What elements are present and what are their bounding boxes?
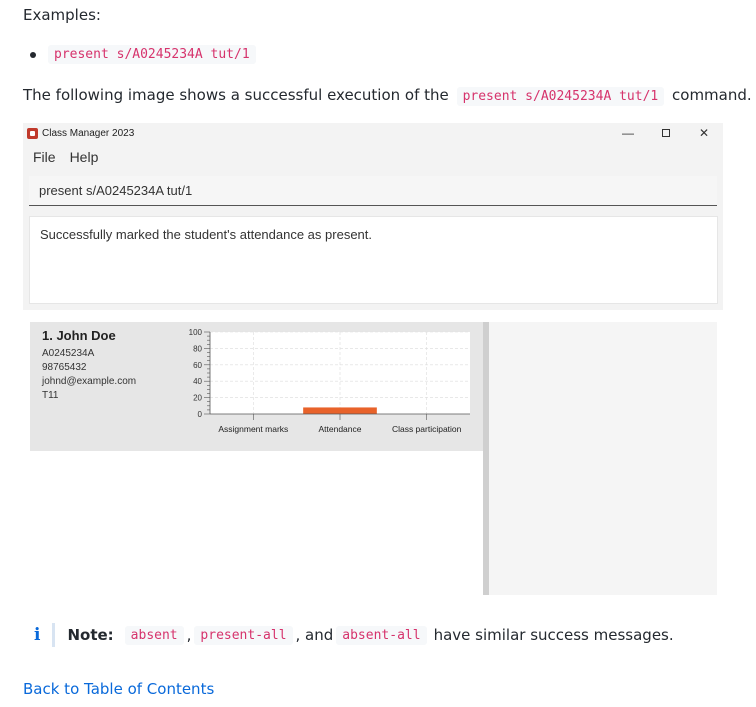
- close-icon[interactable]: ✕: [685, 123, 723, 143]
- student-card[interactable]: 1. John Doe A0245234A 98765432 johnd@exa…: [30, 322, 483, 451]
- student-class: T11: [42, 390, 59, 401]
- sentence-command-code: present s/A0245234A tut/1: [456, 87, 665, 106]
- example-command-code: present s/A0245234A tut/1: [48, 45, 256, 64]
- note-code-absent-all: absent-all: [336, 625, 427, 645]
- example-list-item: present s/A0245234A tut/1: [30, 45, 256, 64]
- y-tick-label: 80: [193, 344, 202, 353]
- description-sentence: The following image shows a successful e…: [23, 86, 752, 106]
- bar-attendance: [303, 407, 377, 414]
- note-callout: i Note: absent , present-all , and absen…: [34, 623, 674, 647]
- result-display: Successfully marked the student's attend…: [29, 216, 718, 304]
- y-tick-label: 20: [193, 394, 202, 403]
- x-tick-label: Assignment marks: [218, 424, 288, 434]
- student-number: A0245234A: [42, 348, 95, 359]
- sentence-text-before: The following image shows a successful e…: [23, 86, 449, 104]
- info-icon: i: [34, 625, 41, 645]
- student-name: 1. John Doe: [42, 328, 116, 343]
- title-bar: Class Manager 2023 — ✕: [23, 123, 723, 143]
- examples-label: Examples:: [23, 6, 101, 24]
- note-separator-1: ,: [186, 626, 192, 644]
- y-tick-label: 100: [189, 328, 203, 337]
- note-code-absent: absent: [124, 625, 184, 645]
- command-area: present s/A0245234A tut/1: [23, 170, 723, 212]
- note-text-after: have similar success messages.: [433, 626, 674, 644]
- student-list-panel[interactable]: 1. John Doe A0245234A 98765432 johnd@exa…: [23, 322, 483, 595]
- student-phone: 98765432: [42, 362, 87, 373]
- y-tick-label: 60: [193, 361, 202, 370]
- result-area: Successfully marked the student's attend…: [23, 212, 723, 310]
- student-email: johnd@example.com: [42, 376, 137, 387]
- note-code-present-all: present-all: [194, 625, 293, 645]
- note-label: Note:: [67, 626, 114, 644]
- minimize-icon[interactable]: —: [609, 123, 647, 143]
- app-logo-icon: [27, 127, 38, 139]
- back-to-toc-link[interactable]: Back to Table of Contents: [23, 680, 214, 698]
- menu-file[interactable]: File: [33, 149, 56, 165]
- y-tick-label: 0: [198, 410, 203, 419]
- command-input[interactable]: present s/A0245234A tut/1: [29, 176, 717, 206]
- window-controls: — ✕: [609, 123, 723, 143]
- maximize-icon[interactable]: [647, 123, 685, 143]
- note-separator-2: , and: [295, 626, 334, 644]
- y-tick-label: 40: [193, 377, 202, 386]
- app-screenshot-window: Class Manager 2023 — ✕ File Help present…: [23, 123, 723, 595]
- note-bar: [52, 623, 56, 647]
- bullet-icon: [30, 51, 36, 58]
- window-title: Class Manager 2023: [42, 127, 135, 139]
- detail-panel: [489, 322, 717, 595]
- menu-help[interactable]: Help: [70, 149, 99, 165]
- x-tick-label: Class participation: [392, 424, 462, 434]
- grades-bar-chart: 0 20 40 60 80 100 Assignment marks Attendance Cl…: [189, 328, 470, 434]
- sentence-text-after: command.: [672, 86, 752, 104]
- menu-bar: File Help: [23, 143, 723, 170]
- x-tick-label: Attendance: [318, 424, 361, 434]
- content-panels: 1. John Doe A0245234A 98765432 johnd@exa…: [23, 322, 723, 595]
